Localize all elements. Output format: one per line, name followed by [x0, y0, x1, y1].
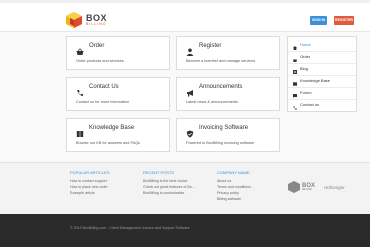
- footer-link[interactable]: BoxBilling is customizable: [143, 190, 195, 196]
- logo-subtext: BILLING: [86, 21, 107, 26]
- footer-partner-logo: Hofcenger: [324, 185, 345, 190]
- card-register[interactable]: Register Become a member and manage serv…: [176, 36, 280, 70]
- footer-logo: BOX BILLING: [288, 181, 315, 193]
- blog-icon: [293, 67, 297, 74]
- card-description: Contact us for more information: [76, 100, 130, 104]
- footer-logo-subtext: BILLING: [302, 187, 312, 191]
- sidebar-item-contact-us[interactable]: Contact us: [288, 99, 356, 111]
- card-description: Powered to BoxBilling invoicing software: [186, 141, 255, 145]
- bottom-bar: © 2013 BoxBilling.com - Client Managemen…: [0, 214, 370, 247]
- footer-logo-cube-icon: [288, 181, 300, 193]
- card-knowledge-base[interactable]: Knowledge Base Browse our KB for answers…: [66, 118, 170, 152]
- user-icon: [186, 43, 194, 56]
- footer-heading: POPULAR ARTICLES: [70, 170, 110, 175]
- basket-icon: [76, 43, 84, 55]
- footer-popular-articles: POPULAR ARTICLES How to contact support …: [70, 170, 110, 196]
- card-title: Invoicing Software: [199, 125, 249, 131]
- card-title: Order: [89, 43, 105, 49]
- shield-icon: [186, 125, 194, 138]
- card-description: Latest news & announcements: [186, 100, 238, 104]
- logo-cube-icon: [65, 11, 83, 29]
- card-title: Announcements: [199, 84, 243, 90]
- phone-icon: [293, 103, 297, 110]
- card-contact-us[interactable]: Contact Us Contact us for more informati…: [66, 77, 170, 111]
- footer-link[interactable]: Billing software: [217, 196, 251, 202]
- sidebar-item-label: Contact us: [300, 102, 320, 107]
- sidebar-item-label: Forum: [300, 90, 312, 95]
- card-description: Order products and services: [76, 59, 124, 63]
- site-header: BOX BILLING SIGN IN REGISTER: [0, 3, 370, 31]
- card-order[interactable]: Order Order products and services: [66, 36, 170, 70]
- footer-heading: COMPANY NAME: [217, 170, 250, 175]
- sidebar-nav: Home Order Blog Knowledge Base Forum Con…: [287, 36, 357, 112]
- card-announcements[interactable]: Announcements Latest news & announcement…: [176, 77, 280, 111]
- phone-icon: [76, 84, 84, 97]
- sidebar-item-label: Knowledge Base: [300, 78, 331, 83]
- copyright-text: © 2013 BoxBilling.com - Client Managemen…: [70, 226, 190, 230]
- footer-company: COMPANY NAME About us Terms and conditio…: [217, 170, 251, 202]
- card-title: Knowledge Base: [89, 125, 135, 131]
- sidebar-item-label: Home: [300, 42, 311, 47]
- forum-icon: [293, 91, 297, 98]
- register-button[interactable]: REGISTER: [334, 16, 354, 25]
- footer-heading: RECENT POSTS: [143, 170, 175, 175]
- site-footer: POPULAR ARTICLES How to contact support …: [0, 162, 370, 215]
- card-description: Become a member and manage services: [186, 59, 256, 63]
- card-description: Browse our KB for answers and FAQs: [76, 141, 140, 145]
- card-title: Register: [199, 43, 222, 49]
- home-icon: [293, 43, 297, 50]
- card-invoicing-software[interactable]: Invoicing Software Powered to BoxBilling…: [176, 118, 280, 152]
- book-icon: [293, 79, 297, 86]
- sign-in-button[interactable]: SIGN IN: [310, 16, 327, 25]
- sidebar-item-label: Order: [300, 54, 311, 59]
- sidebar-item-label: Blog: [300, 66, 309, 71]
- book-icon: [76, 125, 84, 137]
- footer-link[interactable]: Example article: [70, 190, 110, 196]
- megaphone-icon: [186, 84, 194, 97]
- footer-recent-posts: RECENT POSTS BoxBilling is the best choi…: [143, 170, 195, 196]
- card-title: Contact Us: [89, 84, 119, 90]
- site-logo[interactable]: BOX BILLING: [65, 11, 107, 29]
- basket-icon: [293, 55, 297, 62]
